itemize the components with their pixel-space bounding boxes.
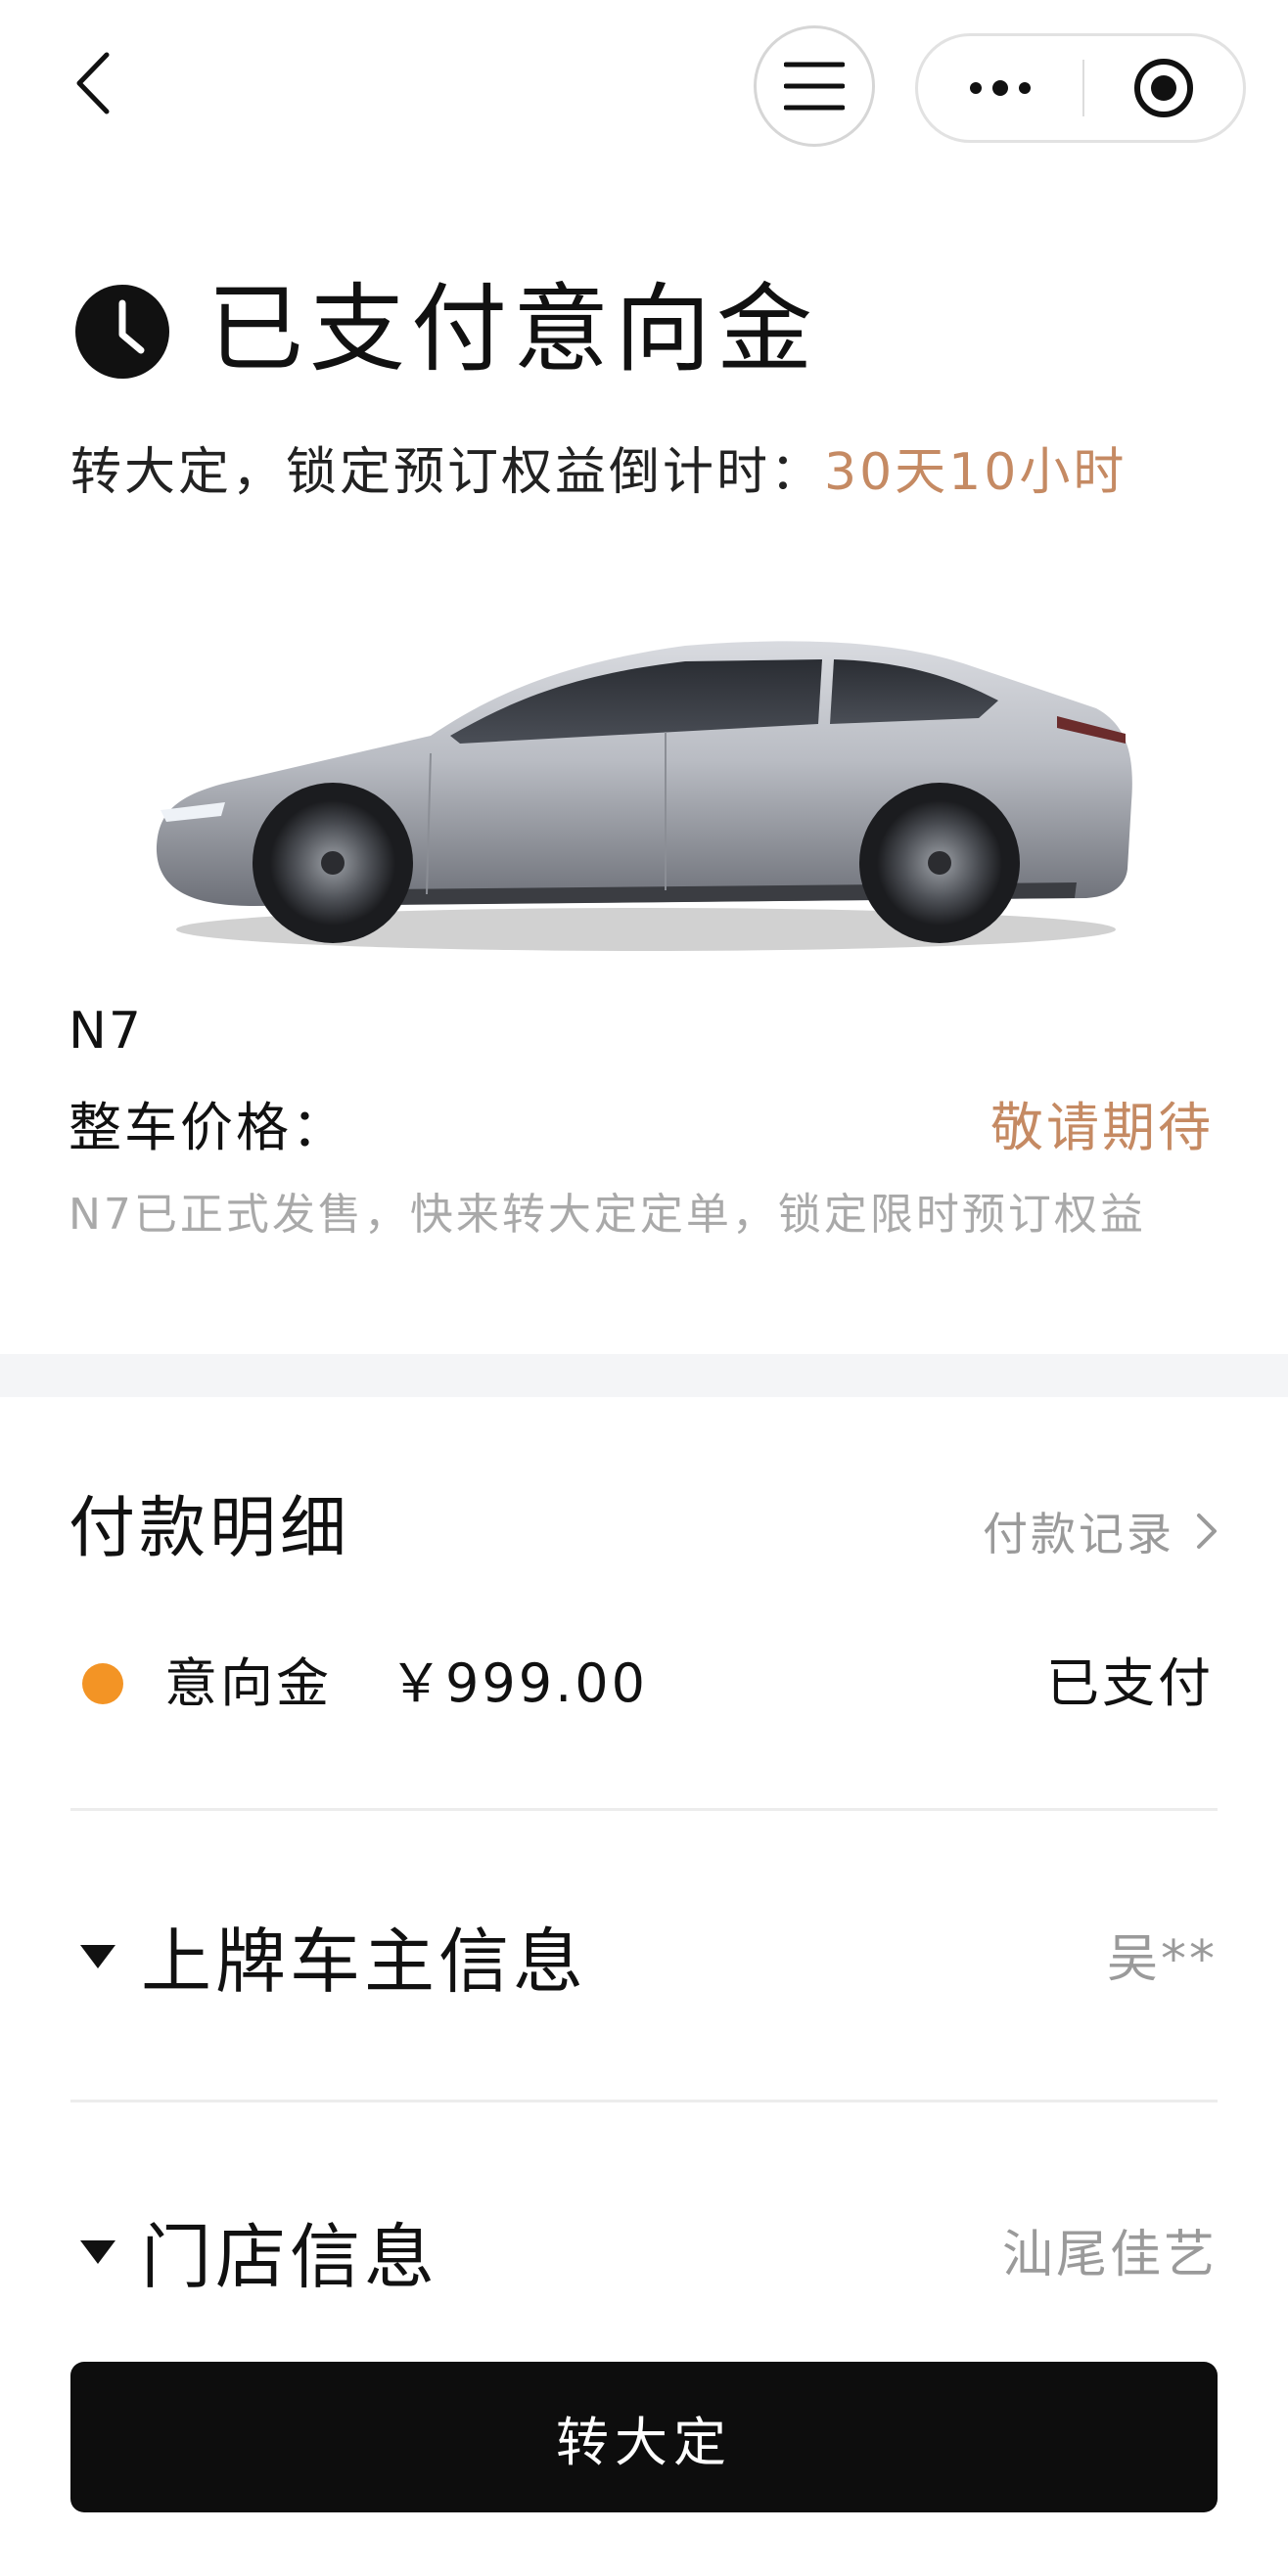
store-info-title: 门店信息 [141,2216,439,2298]
store-info-section-header[interactable]: 门店信息 汕尾佳艺 [70,2201,1218,2309]
caret-down-icon [80,2240,115,2264]
target-circle-icon [1134,59,1193,117]
countdown-label: 转大定，锁定预订权益倒计时： [70,443,825,502]
caret-down-icon [80,1945,115,1968]
mini-program-capsule [915,33,1246,143]
clock-icon [75,285,169,379]
countdown-value: 30天10小时 [824,443,1127,502]
deposit-label: 意向金 [164,1652,332,1714]
chevron-left-icon [76,52,110,114]
deposit-status: 已支付 [1046,1652,1214,1714]
payment-records-label: 付款记录 [983,1508,1174,1560]
order-status-title: 已支付意向金 [207,274,819,385]
payment-records-link[interactable]: 付款记录 [983,1499,1218,1563]
divider [70,1808,1218,1811]
owner-info-section-header[interactable]: 上牌车主信息 吴** [70,1906,1218,2013]
close-mini-program-button[interactable] [1084,36,1243,140]
more-button[interactable] [918,36,1082,140]
car-image [157,641,1132,951]
store-info-value: 汕尾佳艺 [1001,2226,1218,2284]
car-model-name: N7 [69,1002,143,1061]
hamburger-menu-icon [784,62,845,111]
convert-to-full-order-button[interactable]: 转大定 [70,2362,1218,2512]
deposit-amount: ￥999.00 [390,1652,648,1714]
back-button[interactable] [59,39,127,127]
section-separator [0,1354,1288,1397]
menu-button[interactable] [754,25,875,147]
more-dots-icon [970,80,1031,96]
sale-notice: N7已正式发售，快来转大定定单，锁定限时预订权益 [69,1190,1146,1240]
owner-info-title: 上牌车主信息 [141,1921,588,2003]
deposit-status-dot [82,1663,123,1704]
chevron-right-icon [1196,1513,1218,1550]
payment-details-title: 付款明细 [69,1490,351,1567]
owner-info-value: 吴** [1106,1930,1218,1989]
divider [70,2100,1218,2102]
countdown-row: 转大定，锁定预订权益倒计时：30天10小时 [70,438,1127,507]
price-label: 整车价格： [69,1097,347,1158]
price-value: 敬请期待 [990,1097,1214,1158]
